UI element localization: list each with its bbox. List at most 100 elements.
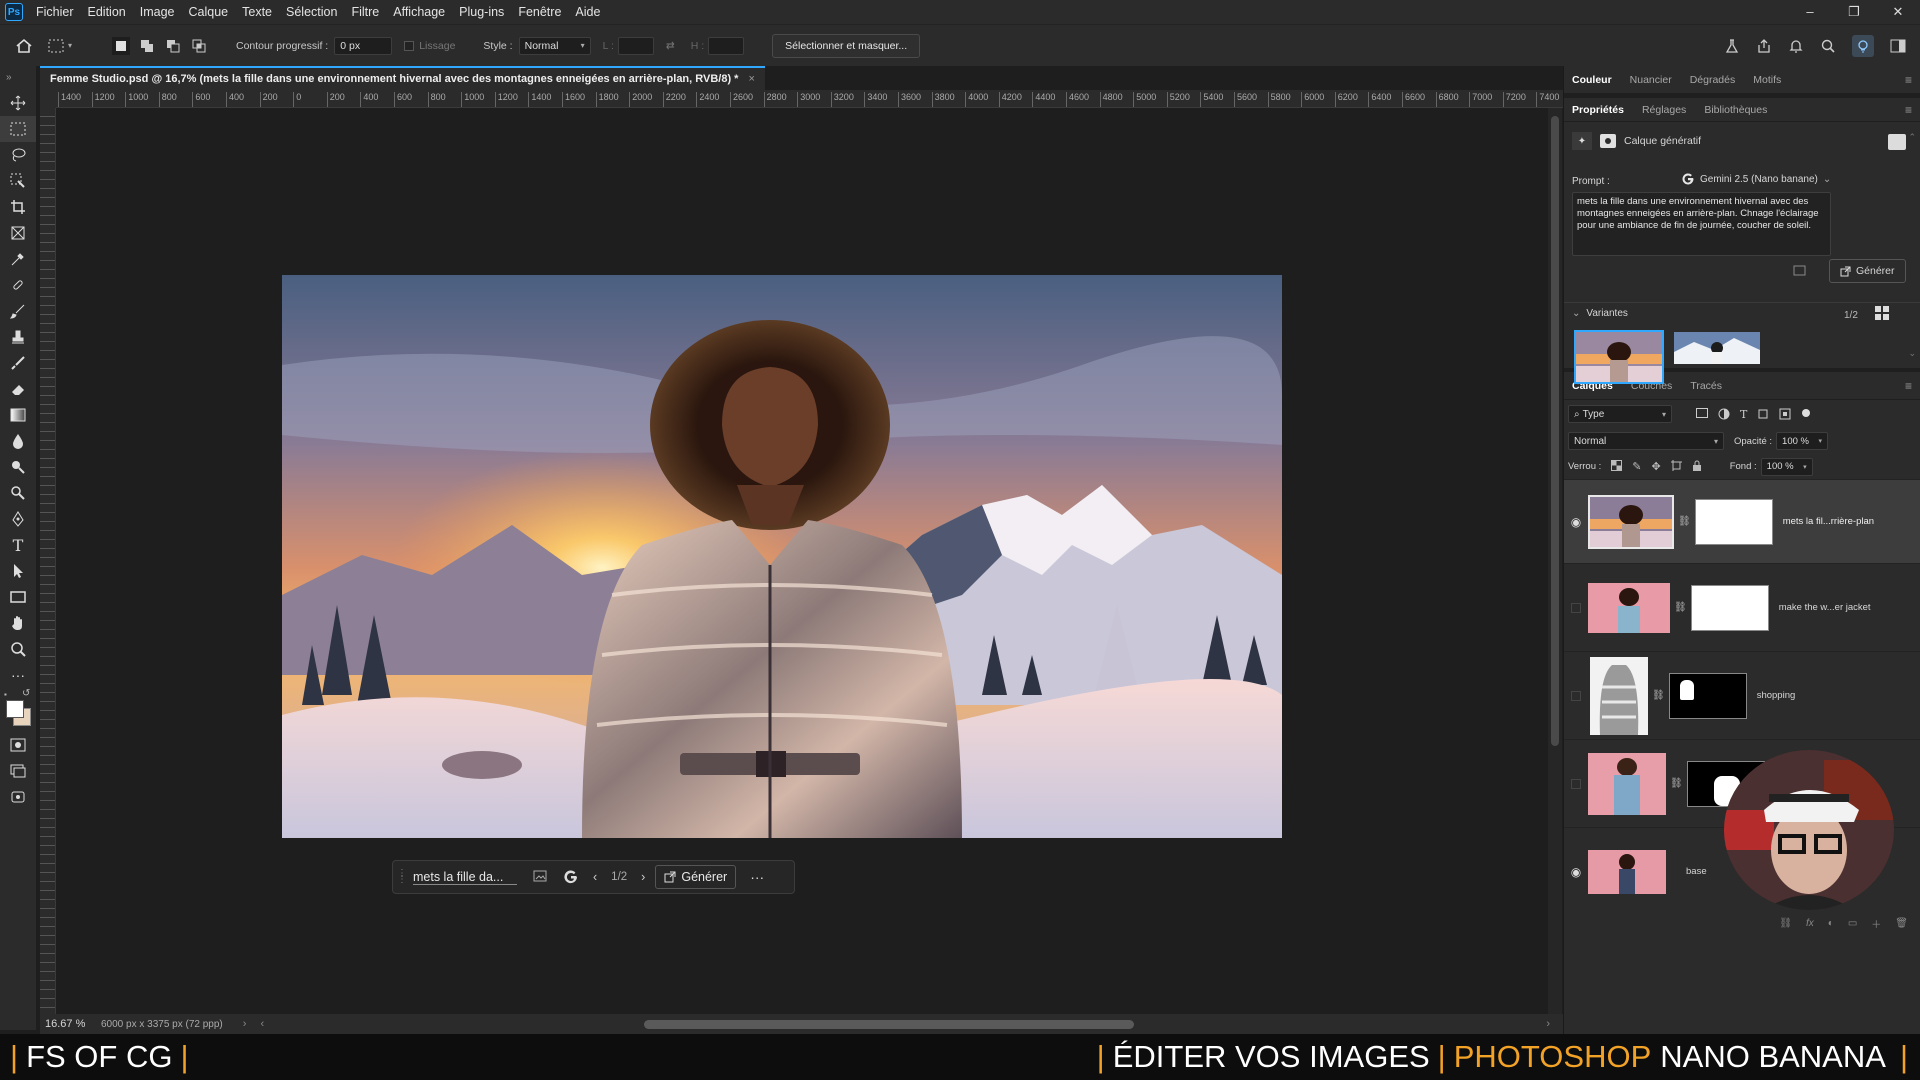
- filter-adjustment-icon[interactable]: [1718, 408, 1730, 421]
- restore-button[interactable]: ❐: [1832, 4, 1876, 20]
- frame-tool-icon[interactable]: [0, 220, 36, 246]
- lock-all-icon[interactable]: [1692, 460, 1702, 473]
- share-icon[interactable]: [1756, 38, 1772, 54]
- marquee-tool-icon[interactable]: [0, 116, 36, 142]
- vertical-scrollbar-thumb[interactable]: [1551, 116, 1559, 746]
- menu-image[interactable]: Image: [133, 5, 182, 19]
- bell-icon[interactable]: [1788, 38, 1804, 54]
- contour-input[interactable]: 0 px: [334, 36, 393, 55]
- home-icon[interactable]: [0, 38, 48, 54]
- dodge-tool-icon[interactable]: [0, 454, 36, 480]
- panel-menu-icon[interactable]: ≡: [1905, 73, 1912, 87]
- flask-icon[interactable]: [1724, 38, 1740, 54]
- generate-button[interactable]: Générer: [655, 865, 737, 889]
- layer-mask-thumbnail[interactable]: [1690, 584, 1769, 631]
- visibility-toggle[interactable]: [1564, 602, 1588, 613]
- next-variant-icon[interactable]: ›: [641, 870, 645, 884]
- screen-mode-icon[interactable]: [0, 758, 36, 784]
- lock-artboard-icon[interactable]: [1670, 460, 1682, 473]
- stamp-tool-icon[interactable]: [0, 324, 36, 350]
- scroll-left-icon[interactable]: ‹: [260, 1018, 264, 1030]
- subtract-selection-icon[interactable]: [164, 37, 182, 55]
- foreground-color-swatch[interactable]: [6, 700, 24, 718]
- link-icon[interactable]: ⛓: [1670, 778, 1683, 789]
- menu-texte[interactable]: Texte: [235, 5, 279, 19]
- menu-fichier[interactable]: Fichier: [29, 5, 81, 19]
- document-image[interactable]: [282, 275, 1282, 838]
- variant-thumbnail-1[interactable]: [1574, 330, 1664, 384]
- google-g-icon[interactable]: [563, 869, 579, 885]
- grid-view-icon[interactable]: [1875, 306, 1889, 320]
- blend-mode-select[interactable]: Normal ▾: [1568, 432, 1724, 450]
- opacity-input[interactable]: 100 % ▾: [1776, 432, 1829, 450]
- new-selection-icon[interactable]: [112, 36, 130, 55]
- tab-reglages[interactable]: Réglages: [1642, 104, 1686, 116]
- close-button[interactable]: ✕: [1876, 4, 1920, 20]
- more-options-icon[interactable]: ···: [750, 869, 764, 885]
- more-tools-icon[interactable]: ···: [0, 662, 36, 688]
- lissage-checkbox[interactable]: Lissage: [404, 40, 455, 52]
- panel-generate-button[interactable]: Générer: [1829, 259, 1906, 283]
- scroll-right-icon[interactable]: ›: [1546, 1018, 1550, 1030]
- quick-mask-icon[interactable]: [0, 732, 36, 758]
- tab-bibliotheques[interactable]: Bibliothèques: [1704, 104, 1767, 116]
- horizontal-scrollbar-thumb[interactable]: [644, 1019, 1135, 1029]
- link-icon[interactable]: ⛓: [1678, 516, 1691, 527]
- menu-affichage[interactable]: Affichage: [386, 5, 452, 19]
- gradient-tool-icon[interactable]: [0, 402, 36, 428]
- pen-tool-icon[interactable]: [0, 506, 36, 532]
- filter-shape-icon[interactable]: [1757, 408, 1769, 421]
- swap-icon[interactable]: ⇄: [666, 40, 675, 52]
- model-select[interactable]: Gemini 2.5 (Nano banane) ⌄: [1681, 172, 1831, 186]
- hand-tool-icon[interactable]: [0, 610, 36, 636]
- lock-transparency-icon[interactable]: [1611, 460, 1623, 473]
- zoom-glass-tool-icon[interactable]: [0, 480, 36, 506]
- layer-mask-thumbnail[interactable]: [1694, 498, 1773, 545]
- new-group-icon[interactable]: ▭: [1848, 918, 1857, 929]
- type-tool-icon[interactable]: T: [0, 532, 36, 558]
- variant-thumbnail-2[interactable]: [1674, 332, 1760, 364]
- workspace-icon[interactable]: [1890, 38, 1908, 54]
- new-layer-icon[interactable]: ＋: [1871, 916, 1881, 931]
- menu-edition[interactable]: Edition: [81, 5, 133, 19]
- eye-icon[interactable]: ◉: [1564, 865, 1588, 879]
- link-icon[interactable]: ⛓: [1652, 690, 1665, 701]
- scroll-up-icon[interactable]: ⌃: [1908, 132, 1916, 143]
- layer-mask-thumbnail[interactable]: [1668, 672, 1747, 719]
- zoom-tool-icon[interactable]: [0, 636, 36, 662]
- variants-header[interactable]: ⌄ Variantes: [1572, 308, 1628, 319]
- panel-menu-icon[interactable]: ≡: [1905, 103, 1912, 117]
- tab-degrades[interactable]: Dégradés: [1690, 74, 1736, 86]
- rectangle-tool-icon[interactable]: [0, 584, 36, 610]
- tab-proprietes[interactable]: Propriétés: [1572, 104, 1624, 116]
- height-input[interactable]: [708, 36, 745, 55]
- visibility-toggle[interactable]: [1564, 690, 1588, 701]
- style-select[interactable]: Normal ▾: [518, 36, 591, 55]
- history-brush-tool-icon[interactable]: [0, 350, 36, 376]
- zoom-level[interactable]: 16.67 %: [45, 1018, 95, 1030]
- add-selection-icon[interactable]: [138, 37, 156, 55]
- link-icon[interactable]: ⛓: [1674, 602, 1687, 613]
- filter-pixel-icon[interactable]: [1696, 407, 1708, 421]
- healing-brush-tool-icon[interactable]: [0, 272, 36, 298]
- add-mask-icon[interactable]: ◐: [1828, 918, 1834, 929]
- fx-icon[interactable]: fx: [1806, 918, 1814, 929]
- blur-tool-icon[interactable]: [0, 428, 36, 454]
- panel-menu-icon[interactable]: ≡: [1905, 379, 1912, 393]
- eraser-tool-icon[interactable]: [0, 376, 36, 402]
- minimize-button[interactable]: –: [1788, 4, 1832, 20]
- prev-variant-icon[interactable]: ‹: [593, 870, 597, 884]
- crop-tool-icon[interactable]: [0, 194, 36, 220]
- eye-icon[interactable]: ◉: [1564, 515, 1588, 529]
- close-tab-icon[interactable]: ×: [748, 73, 754, 85]
- tab-traces[interactable]: Tracés: [1690, 380, 1722, 392]
- brush-tool-icon[interactable]: [0, 298, 36, 324]
- move-tool-icon[interactable]: [0, 90, 36, 116]
- lasso-tool-icon[interactable]: [0, 142, 36, 168]
- lightbulb-icon[interactable]: [1852, 34, 1874, 57]
- scroll-down-icon[interactable]: ⌄: [1908, 348, 1916, 359]
- fill-input[interactable]: 100 % ▾: [1760, 457, 1813, 476]
- menu-fenetre[interactable]: Fenêtre: [511, 5, 568, 19]
- tab-motifs[interactable]: Motifs: [1753, 74, 1781, 86]
- panel-action-icon[interactable]: [1888, 134, 1906, 150]
